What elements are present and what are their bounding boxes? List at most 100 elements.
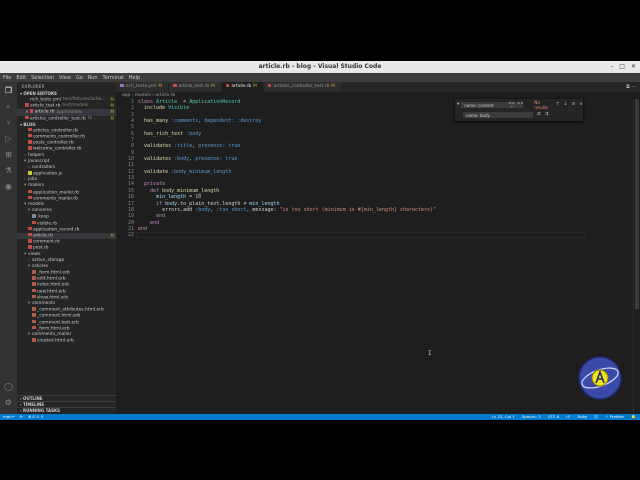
code-token: presence: true <box>195 156 238 163</box>
status-encoding[interactable]: UTF-8 <box>548 414 559 420</box>
modified-marker: M <box>253 84 257 89</box>
menu-view[interactable]: View <box>59 75 71 81</box>
minimize-button[interactable]: – <box>610 61 613 73</box>
code-token: :body_minimum_length <box>171 168 232 175</box>
close-editor-icon[interactable]: × <box>25 110 29 115</box>
tree-item-name: comment.rb <box>33 239 60 245</box>
explorer-sidebar: EXPLORER ▾ OPEN EDITORS rich_texts.yml te… <box>17 82 116 414</box>
open-editor-path: test/fixtures/actio... <box>62 97 106 103</box>
toggle-replace-chevron-icon[interactable]: ▾ <box>457 102 459 107</box>
find-in-selection-button[interactable]: ≡ <box>571 102 575 107</box>
find-next-button[interactable]: ↓ <box>564 102 568 107</box>
code-editor[interactable]: 1 2 3 4 5 6 7 8 9 10 11 12 13 14 15 16 17 18 19 20 21 22 clas… <box>116 99 640 414</box>
remote-explorer-icon[interactable]: ◉ <box>4 182 13 191</box>
replace-button[interactable]: ⇄ <box>537 112 541 117</box>
code-text[interactable]: class Article < ApplicationRecord includ… <box>138 99 436 239</box>
explorer-icon[interactable]: ❐ <box>4 86 13 95</box>
find-options[interactable]: Aa ab .* <box>509 101 529 109</box>
status-notifications-icon[interactable]: 🔔 <box>631 414 636 420</box>
status-feedback-icon[interactable]: ☺ <box>594 414 598 420</box>
editor-tab[interactable]: article_test.rb M <box>169 82 222 92</box>
code-token: .to_plain_text.length <box>177 200 244 207</box>
replace-input[interactable]: name: body <box>463 111 533 118</box>
menu-terminal[interactable]: Terminal <box>103 75 124 81</box>
editor-tab[interactable]: article.rb M <box>221 82 264 92</box>
open-editor-item[interactable]: articles_controller_test.rb te... M <box>17 115 116 122</box>
breadcrumb-models[interactable]: models <box>135 93 151 98</box>
search-icon[interactable]: ⌕ <box>4 102 13 111</box>
code-line[interactable]: errors.add :body, :too_short, message: "… <box>138 207 436 213</box>
tree-item-name: posts_controller.rb <box>33 140 74 146</box>
status-language[interactable]: Ruby <box>577 414 587 420</box>
tree-item-name: application.js <box>33 171 63 177</box>
code-token: has_many <box>144 118 172 125</box>
replace-all-button[interactable]: ⇉ <box>545 112 549 117</box>
editor-tabs: rich_texts.yml Marticle_test.rb Marticle.r… <box>116 82 640 92</box>
menu-selection[interactable]: Selection <box>31 75 54 81</box>
scrollbar-thumb[interactable] <box>635 99 639 309</box>
menu-bar: File Edit Selection View Go Run Terminal… <box>0 73 640 82</box>
code-token: body <box>165 200 178 207</box>
tree-item-name: show.html.erb <box>37 295 69 301</box>
menu-go[interactable]: Go <box>76 75 83 81</box>
code-token: :comments <box>171 118 199 125</box>
breadcrumb-file[interactable]: article.rb <box>155 93 175 98</box>
status-eol[interactable]: LF <box>566 414 570 420</box>
run-debug-icon[interactable]: ▷ <box>4 134 13 143</box>
code-token: :body <box>174 156 190 163</box>
code-line[interactable] <box>138 232 436 238</box>
find-close-button[interactable]: × <box>579 102 583 107</box>
menu-help[interactable]: Help <box>129 75 140 81</box>
source-control-icon[interactable]: ⑂ <box>4 118 13 127</box>
breadcrumb-app[interactable]: app <box>122 93 130 98</box>
menu-edit[interactable]: Edit <box>16 75 26 81</box>
tree-item-name: comments <box>32 301 56 306</box>
testing-icon[interactable]: ⚗ <box>4 166 13 175</box>
modified-marker: M <box>110 115 114 121</box>
code-token: "is too short (minimum is #{min_length} … <box>279 206 437 213</box>
close-window-button[interactable]: ✕ <box>631 61 636 73</box>
status-problems[interactable]: ⊗ 0 ⚠ 0 <box>28 414 43 420</box>
tab-label: article_test.rb <box>178 84 210 89</box>
rb-file-icon <box>28 226 32 231</box>
line-numbers: 1 2 3 4 5 6 7 8 9 10 11 12 13 14 15 16 17 18 19 20 21 22 <box>116 99 134 239</box>
menu-file[interactable]: File <box>3 75 11 81</box>
file-tree: articles_controller.rb comments_controlle… <box>17 127 116 345</box>
tree-item-name: _comment.text.erb <box>37 319 79 325</box>
tree-item-name: models <box>28 202 44 207</box>
open-editor-name: article_test.rb <box>30 103 61 109</box>
editor-tab[interactable]: articles_controller_test.rb M <box>263 82 343 92</box>
running-tasks-section[interactable]: › RUNNING TASKS <box>17 407 116 414</box>
modified-marker: M <box>331 84 336 89</box>
tree-item-name: edit.html.erb <box>37 276 66 282</box>
title-bar: article.rb - blog - Visual Studio Code –… <box>0 61 640 73</box>
find-previous-button[interactable]: ↑ <box>556 102 560 107</box>
rb-file-icon <box>28 127 32 132</box>
tree-file[interactable]: created.html.erb <box>17 338 116 344</box>
status-prettier[interactable]: ✓ Prettier <box>605 414 624 420</box>
code-token: end <box>138 225 148 232</box>
tree-item-name: _form.html.erb <box>37 326 70 331</box>
extensions-icon[interactable]: ⊞ <box>4 150 13 159</box>
status-indentation[interactable]: Spaces: 2 <box>522 414 541 420</box>
erb-file-icon <box>32 288 36 293</box>
erb-file-icon <box>32 319 36 324</box>
code-token: Visible <box>168 105 190 112</box>
editor-actions[interactable]: ⧉ ··· <box>626 82 636 92</box>
settings-gear-icon[interactable]: ⚙ <box>4 398 13 407</box>
menu-run[interactable]: Run <box>88 75 98 81</box>
account-icon[interactable]: ◯ <box>4 382 13 391</box>
status-cursor-position[interactable]: Ln 22, Col 1 <box>492 414 515 420</box>
editor-tab[interactable]: rich_texts.yml M <box>116 82 170 92</box>
maximize-button[interactable]: □ <box>619 61 625 73</box>
status-sync-icon[interactable]: ⟳ <box>20 414 23 420</box>
rb-file-icon <box>28 195 32 200</box>
status-branch[interactable]: main* <box>3 414 15 420</box>
code-token: dependent: :destroy <box>204 118 262 125</box>
editor-scrollbar[interactable] <box>633 99 640 414</box>
tree-item-name: mailers <box>28 183 45 189</box>
tree-item-name: views <box>28 251 41 257</box>
